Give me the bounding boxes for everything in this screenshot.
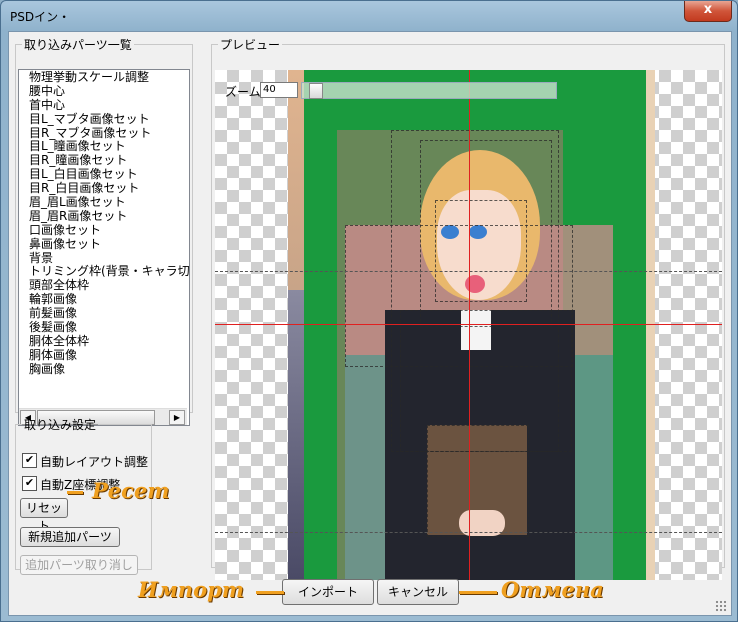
auto-z-checkbox[interactable]: ✔ (22, 476, 37, 491)
zoom-input[interactable]: 40 (260, 82, 298, 98)
list-item[interactable]: 目R_瞳画像セット (19, 153, 189, 167)
scroll-right-icon: ▶ (173, 413, 181, 422)
right-edge-strip (646, 70, 655, 580)
list-item[interactable]: 物理挙動スケール調整 (19, 70, 189, 84)
checkmark-icon: ✔ (24, 453, 35, 466)
list-item[interactable]: 頭部全体枠 (19, 278, 189, 292)
auto-layout-checkbox[interactable]: ✔ (22, 453, 37, 468)
list-item[interactable]: 首中心 (19, 98, 189, 112)
list-item[interactable]: 前髪画像 (19, 306, 189, 320)
list-item[interactable]: 輪郭画像 (19, 292, 189, 306)
parts-listbox[interactable]: 物理挙動スケール調整 腰中心 首中心 目L_マブタ画像セット 目R_マブタ画像セット 目L… (18, 69, 190, 426)
scroll-right-button[interactable]: ▶ (169, 410, 185, 425)
zoom-slider-thumb[interactable] (309, 83, 323, 99)
import-button[interactable]: インポート (282, 579, 374, 605)
window-title: PSDイン・ (10, 10, 71, 24)
zoom-label: ズーム (225, 85, 261, 99)
preview-group: プレビュー ズーム 40 (211, 36, 725, 580)
import-settings-legend: 取り込み設定 (24, 418, 97, 432)
list-item[interactable]: 目R_白目画像セット (19, 181, 189, 195)
dialog-client-area: 取り込みパーツ一覧 物理挙動スケール調整 腰中心 首中心 目L_マブタ画像セット 目R_… (8, 31, 732, 616)
list-item[interactable]: 背景 (19, 251, 189, 265)
reset-button[interactable]: リセット (20, 498, 68, 533)
preview-legend: プレビュー (220, 38, 281, 52)
crosshair-vertical (469, 70, 470, 580)
reset-annotation-dash (67, 491, 83, 494)
part-box-trim (345, 225, 573, 367)
left-edge-strip-lower (288, 290, 304, 580)
resize-grip[interactable] (715, 600, 727, 612)
list-item[interactable]: 口画像セット (19, 223, 189, 237)
list-item[interactable]: 腰中心 (19, 84, 189, 98)
list-item[interactable]: 目L_白目画像セット (19, 167, 189, 181)
import-annotation: Импорт (138, 577, 244, 602)
parts-list-group: 取り込みパーツ一覧 物理挙動スケール調整 腰中心 首中心 目L_マブタ画像セット 目R_… (15, 36, 193, 426)
reset-annotation: Ресет (92, 478, 170, 503)
zoom-slider[interactable] (301, 82, 557, 99)
list-item[interactable]: 目L_瞳画像セット (19, 139, 189, 154)
parts-list-legend: 取り込みパーツ一覧 (24, 38, 132, 52)
cancel-annotation: Отмена (501, 577, 604, 602)
left-edge-strip (288, 70, 304, 290)
title-bar[interactable]: PSDイン・ x (1, 1, 737, 31)
add-parts-button[interactable]: 新規追加パーツ (20, 527, 120, 547)
list-item[interactable]: 眉_眉R画像セット (19, 209, 189, 223)
list-item[interactable]: 胴体画像 (19, 348, 189, 362)
list-item[interactable]: 後髪画像 (19, 320, 189, 334)
list-item[interactable]: 胸画像 (19, 362, 189, 376)
list-item[interactable]: 眉_眉L画像セット (19, 195, 189, 209)
undo-add-parts-button[interactable]: 追加パーツ取り消し (20, 555, 138, 575)
checkmark-icon: ✔ (24, 476, 35, 489)
list-item[interactable]: 目L_マブタ画像セット (19, 112, 189, 126)
part-box-chest (427, 425, 529, 537)
cancel-button[interactable]: キャンセル (377, 579, 459, 605)
list-item[interactable]: トリミング枠(背景・キャラ切り (19, 264, 189, 279)
preview-canvas[interactable]: ズーム 40 (215, 70, 722, 580)
list-item[interactable]: 鼻画像セット (19, 237, 189, 251)
close-button[interactable]: x (684, 1, 732, 22)
close-icon: x (703, 2, 713, 17)
list-item[interactable]: 胴体全体枠 (19, 334, 189, 348)
list-item[interactable]: 目R_マブタ画像セット (19, 126, 189, 140)
auto-layout-label[interactable]: 自動レイアウト調整 (40, 453, 148, 470)
psd-import-window: PSDイン・ x 取り込みパーツ一覧 物理挙動スケール調整 腰中心 首中心 目L_マブ… (0, 0, 738, 622)
cancel-annotation-dash (459, 591, 497, 594)
import-annotation-dash (256, 591, 284, 594)
parts-list-items: 物理挙動スケール調整 腰中心 首中心 目L_マブタ画像セット 目R_マブタ画像セット 目L… (19, 70, 189, 376)
